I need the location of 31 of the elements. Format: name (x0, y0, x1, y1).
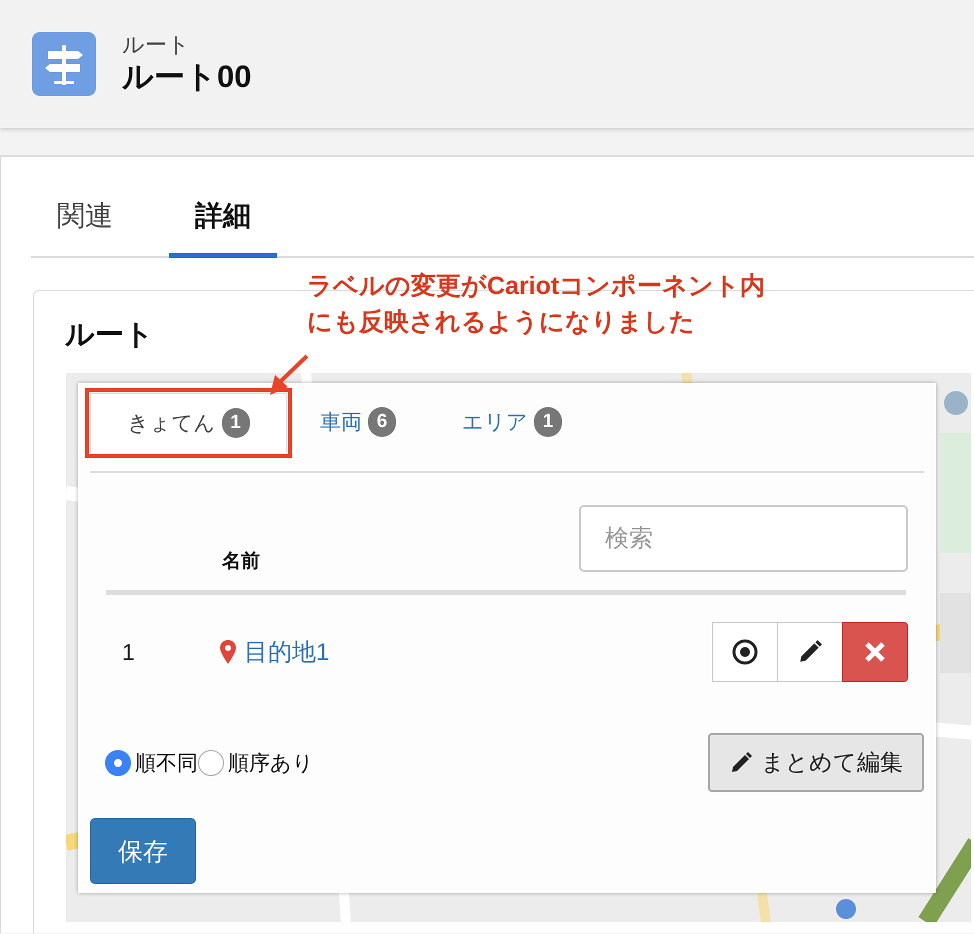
column-header: 名前 (222, 550, 260, 574)
annotation-text: にも反映されるようになりました (307, 307, 696, 338)
save-button[interactable]: 保存 (90, 818, 196, 884)
record-title: ルート00 (122, 58, 252, 96)
annotation-arrow (269, 354, 309, 396)
panel-tab[interactable]: 車両 6 (287, 393, 429, 450)
pencil-icon (729, 750, 753, 774)
radio-button[interactable] (198, 750, 224, 776)
bulk-edit-button[interactable]: まとめて編集 (708, 733, 924, 792)
radio-button[interactable] (105, 750, 131, 776)
locate-button[interactable] (712, 622, 778, 682)
signpost-icon (32, 32, 96, 96)
section-title: ルート (65, 318, 154, 351)
panel-tab[interactable]: エリア 1 (429, 393, 595, 450)
edit-button[interactable] (777, 622, 843, 682)
target-icon (732, 639, 758, 665)
object-type-label: ルート (122, 32, 191, 58)
close-icon (864, 641, 886, 663)
radio-label: 順序あり (228, 750, 314, 776)
annotation-text: ラベルの変更がCariotコンポーネント内 (307, 271, 766, 302)
radio-label: 順不同 (135, 750, 198, 776)
page-tab[interactable]: 詳細 (169, 173, 277, 258)
destination-link[interactable]: 目的地1 (220, 636, 713, 668)
count-badge: 6 (368, 406, 396, 436)
delete-button[interactable] (842, 622, 908, 682)
row-number: 1 (122, 638, 136, 666)
page-tab[interactable]: 関連 (31, 173, 139, 258)
map-pin-icon (220, 640, 236, 664)
count-badge: 1 (222, 408, 250, 438)
search-field[interactable]: 検索 (579, 505, 908, 572)
count-badge: 1 (534, 406, 562, 436)
